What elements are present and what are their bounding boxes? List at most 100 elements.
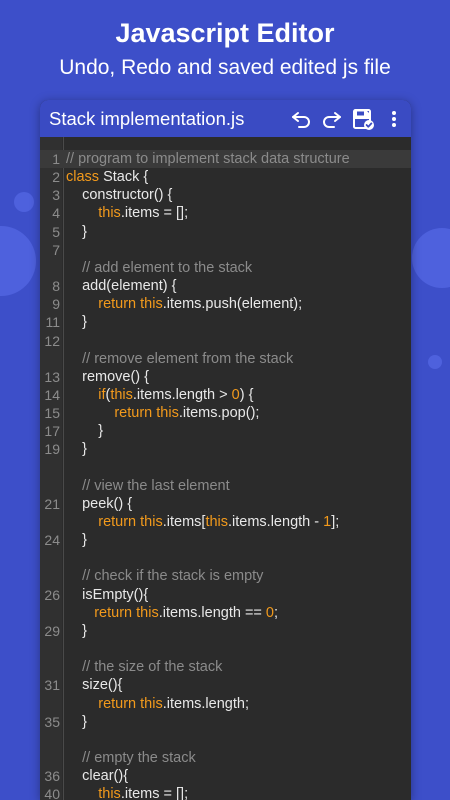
promo-title: Javascript Editor (115, 18, 335, 48)
code-line[interactable]: // add element to the stack (40, 259, 411, 277)
code-line[interactable]: 9 return this.items.push(element); (40, 295, 411, 313)
code-line[interactable]: // empty the stack (40, 749, 411, 767)
code-editor[interactable]: 1 // program to implement stack data stru… (40, 137, 411, 800)
code-text: // program to implement stack data struc… (66, 150, 350, 168)
code-line[interactable]: return this.items.length; (40, 695, 411, 713)
code-text: return this.items.pop(); (66, 404, 259, 422)
code-text: } (66, 313, 87, 331)
code-line[interactable]: // the size of the stack (40, 658, 411, 676)
code-text: // view the last element (66, 477, 230, 495)
code-token: this (136, 604, 159, 621)
code-token: clear(){ (66, 768, 129, 785)
redo-icon[interactable] (319, 106, 345, 132)
code-token: this (98, 205, 121, 222)
code-line[interactable]: 14 if(this.items.length > 0) { (40, 386, 411, 404)
code-text: class Stack { (66, 168, 148, 186)
code-token: .items.push(element); (162, 296, 303, 313)
line-number: 12 (44, 332, 60, 349)
code-token: .items.pop(); (178, 405, 260, 422)
code-line[interactable]: // check if the stack is empty (40, 567, 411, 585)
code-line[interactable]: 24 } (40, 531, 411, 549)
code-text: peek() { (66, 495, 132, 513)
save-icon[interactable] (350, 106, 376, 132)
code-line[interactable]: 36 clear(){ (40, 767, 411, 785)
code-line[interactable]: 29 } (40, 622, 411, 640)
app-bar: Stack implementation.js (40, 100, 411, 137)
code-line[interactable]: 5 } (40, 223, 411, 241)
code-line[interactable] (40, 640, 411, 658)
code-text: return this.items.push(element); (66, 295, 302, 313)
code-token: return (98, 695, 137, 712)
line-number: 40 (44, 786, 60, 800)
background-circle (0, 226, 36, 296)
code-line[interactable]: 19 } (40, 440, 411, 458)
code-line[interactable] (40, 731, 411, 749)
code-token: isEmpty(){ (66, 586, 149, 603)
code-text: } (66, 223, 87, 241)
code-token: this (110, 386, 133, 403)
code-token: return (98, 514, 137, 530)
code-text: this.items = []; (66, 785, 188, 800)
code-line[interactable] (40, 549, 411, 567)
line-number: 9 (52, 296, 60, 313)
code-line[interactable]: 15 return this.items.pop(); (40, 404, 411, 422)
line-number: 7 (52, 241, 60, 258)
code-line[interactable]: 4 this.items = []; (40, 204, 411, 222)
line-number: 24 (44, 532, 60, 549)
line-number: 29 (44, 622, 60, 639)
code-line[interactable] (40, 459, 411, 477)
code-token: .items.length == (158, 604, 266, 621)
line-number: 19 (44, 441, 60, 458)
code-token: constructor() { (66, 187, 173, 204)
line-number: 8 (52, 278, 60, 295)
code-line[interactable]: 11 } (40, 313, 411, 331)
line-number: 31 (44, 677, 60, 694)
code-line[interactable]: 31 size(){ (40, 676, 411, 694)
line-number: 1 (52, 151, 60, 167)
undo-icon[interactable] (288, 106, 314, 132)
code-line[interactable]: 26 isEmpty(){ (40, 586, 411, 604)
line-number: 15 (44, 405, 60, 422)
code-line[interactable]: // view the last element (40, 477, 411, 495)
code-text: remove() { (66, 368, 149, 386)
code-line[interactable]: 35 } (40, 713, 411, 731)
code-line[interactable]: 2 class Stack { (40, 168, 411, 186)
code-line[interactable]: 1 // program to implement stack data stru… (40, 150, 411, 168)
line-number: 14 (44, 386, 60, 403)
line-number: 4 (52, 205, 60, 222)
code-line[interactable]: 12 (40, 332, 411, 350)
code-token: return (114, 405, 153, 422)
line-number: 36 (44, 768, 60, 785)
code-token: // empty the stack (66, 749, 196, 766)
code-token: // the size of the stack (66, 659, 223, 676)
line-number: 35 (44, 713, 60, 730)
code-line[interactable]: 21 peek() { (40, 495, 411, 513)
code-token: this (140, 514, 163, 530)
code-line[interactable]: 3 constructor() { (40, 186, 411, 204)
more-vert-icon[interactable] (381, 106, 407, 132)
code-token: this (98, 786, 121, 800)
code-line[interactable]: return this.items.length == 0; (40, 604, 411, 622)
code-text: this.items = []; (66, 204, 188, 222)
code-token: return (94, 604, 133, 621)
background-dot (14, 192, 34, 212)
code-line[interactable]: return this.items[this.items.length - 1]… (40, 513, 411, 531)
background-circle-right (412, 228, 450, 288)
code-text: isEmpty(){ (66, 586, 148, 604)
code-token: } (66, 423, 104, 440)
line-number: 2 (52, 169, 60, 186)
code-line[interactable]: 8 add(element) { (40, 277, 411, 295)
code-line[interactable]: 40 this.items = []; (40, 785, 411, 800)
code-text: return this.items[this.items.length - 1]… (66, 513, 339, 531)
code-line[interactable]: // remove element from the stack (40, 350, 411, 368)
code-line[interactable]: 17 } (40, 422, 411, 440)
code-text: // the size of the stack (66, 658, 222, 676)
code-line[interactable]: 7 (40, 241, 411, 259)
file-title: Stack implementation.js (49, 107, 245, 129)
code-line[interactable]: 13 remove() { (40, 368, 411, 386)
code-token: add(element) { (66, 278, 177, 295)
code-token: } (66, 532, 87, 549)
